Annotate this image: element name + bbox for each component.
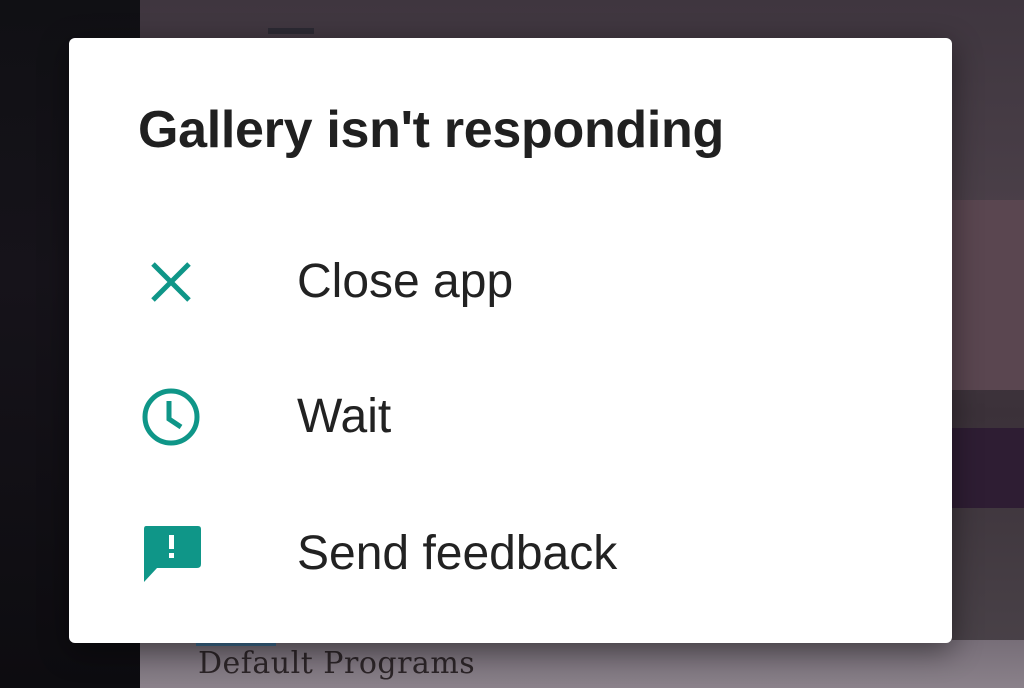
background-purple-block [950,428,1024,508]
close-icon [139,250,203,314]
wait-label: Wait [297,390,392,443]
dialog-title: Gallery isn't responding [138,101,724,159]
background-label: Default Programs [198,646,476,681]
send-feedback-option[interactable]: Send feedback [69,500,952,610]
background-top-mark [268,28,314,34]
clock-icon [139,385,203,449]
background-band [940,200,1024,390]
anr-dialog: Gallery isn't responding Close app Wait [69,38,952,643]
close-app-option[interactable]: Close app [69,228,952,338]
send-feedback-label: Send feedback [297,527,618,580]
close-app-label: Close app [297,255,514,308]
feedback-icon [139,522,203,586]
wait-option[interactable]: Wait [69,363,952,473]
